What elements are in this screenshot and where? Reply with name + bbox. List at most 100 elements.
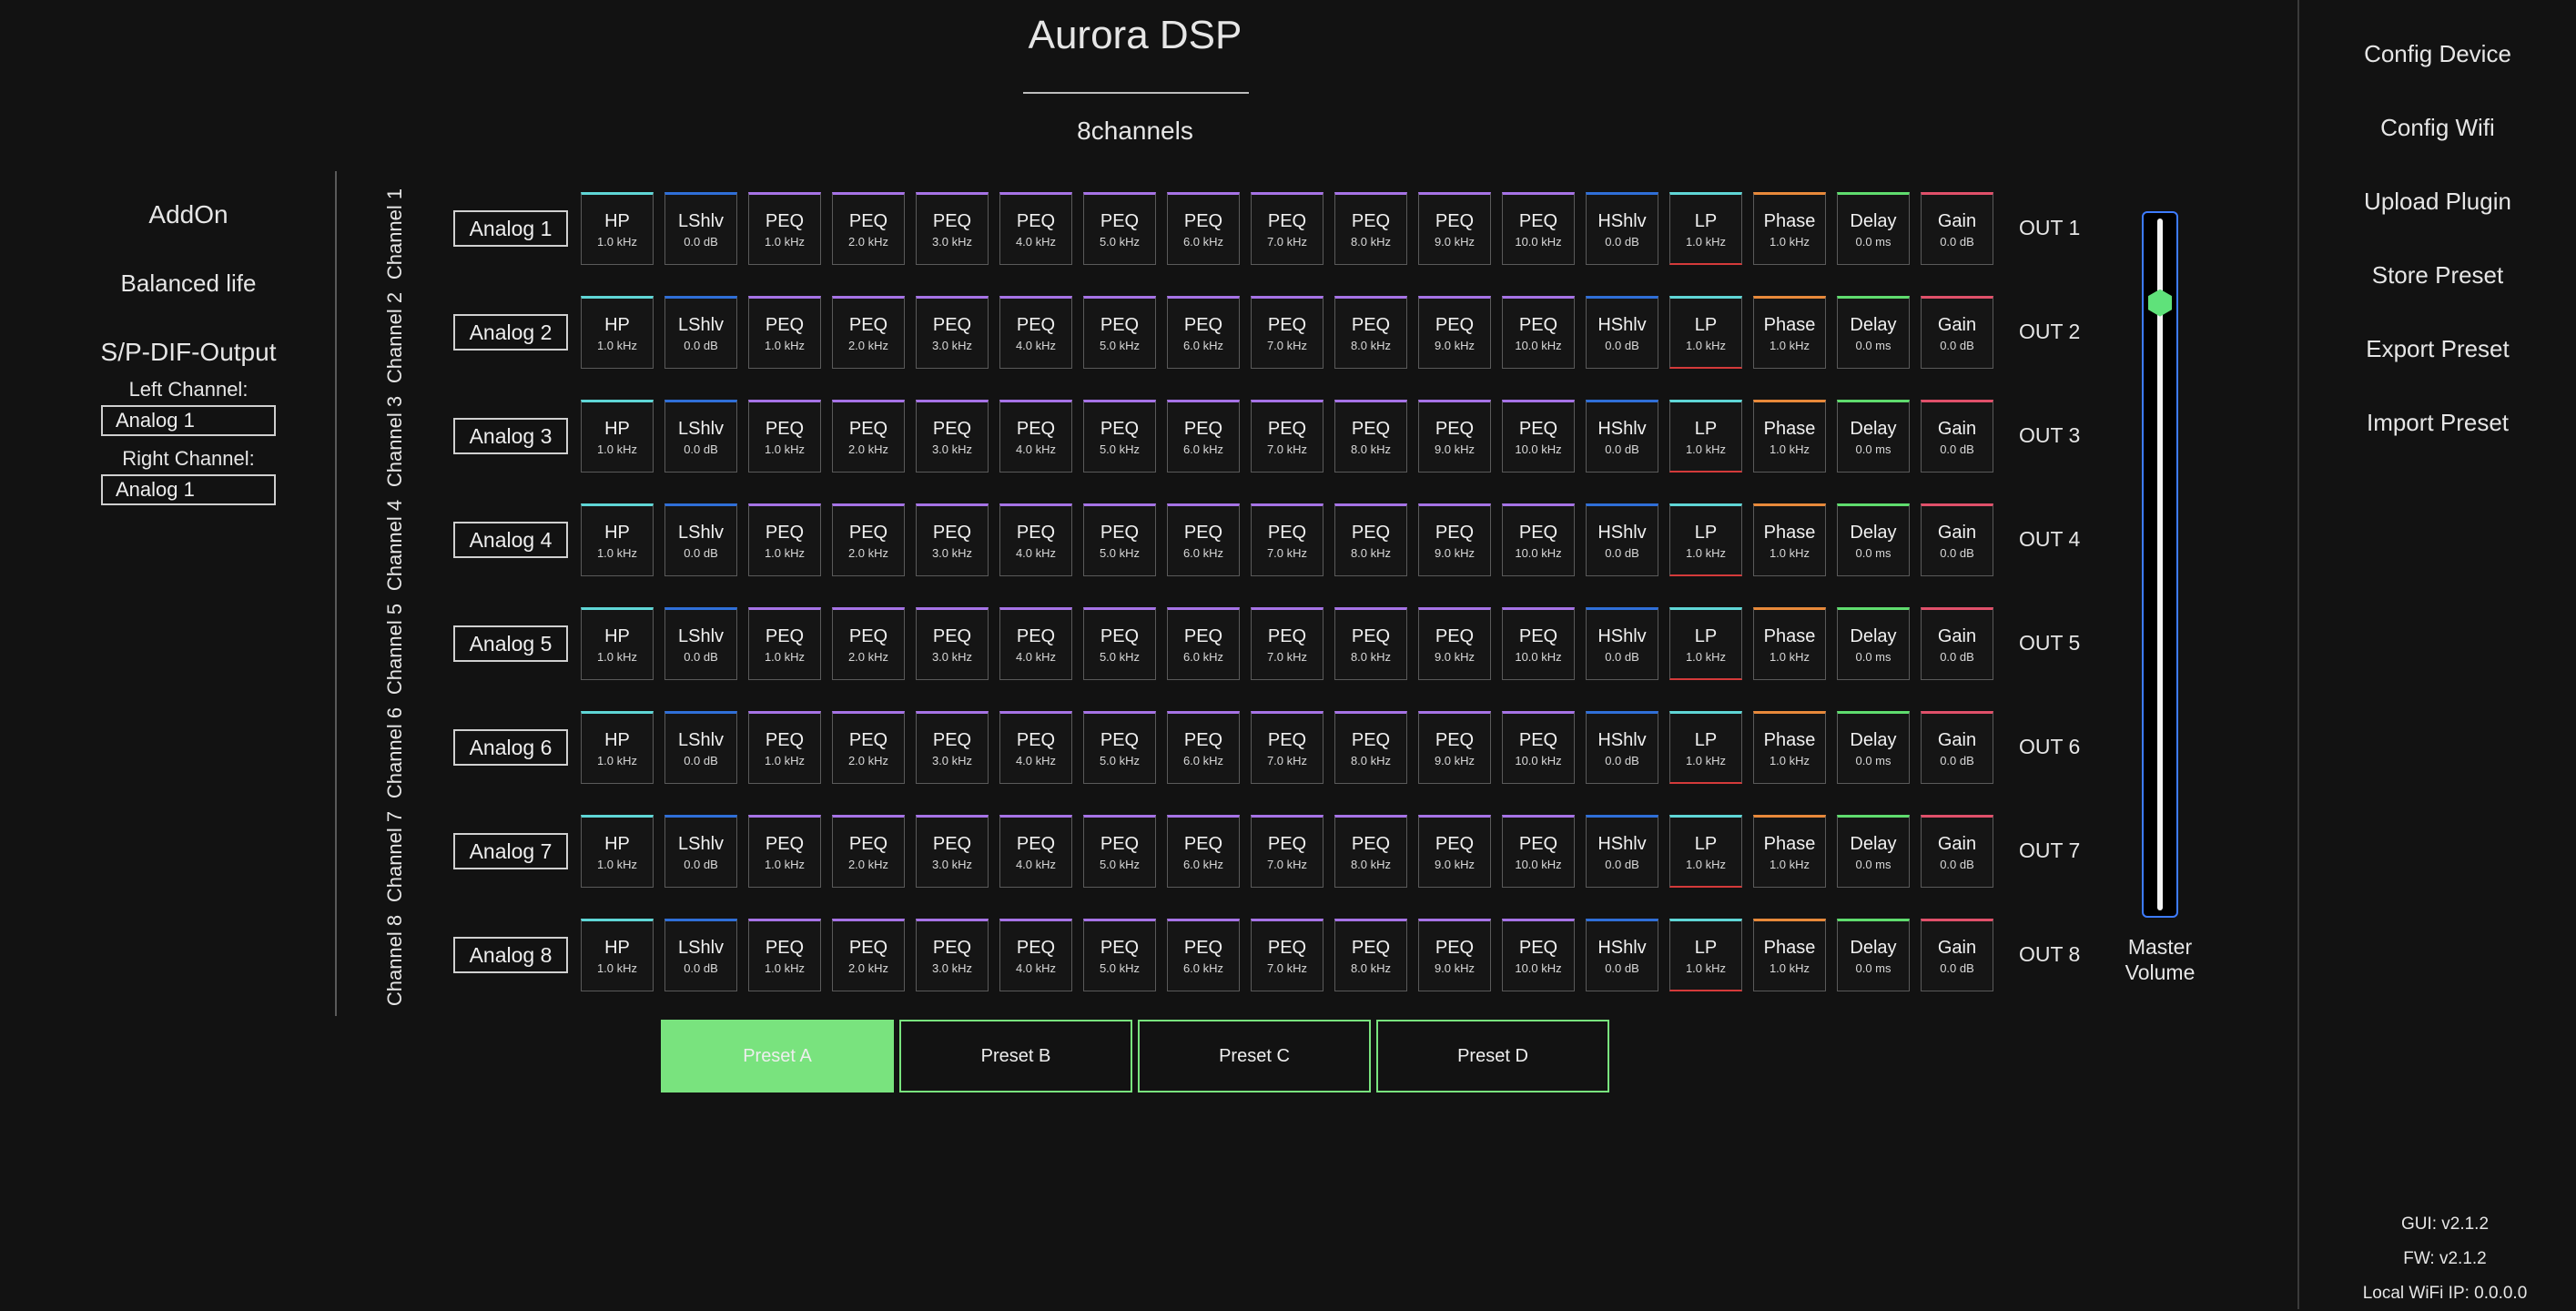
menu-item[interactable]: Upload Plugin <box>2299 188 2576 261</box>
dsp-block-peq[interactable]: PEQ 4.0 kHz <box>999 503 1072 576</box>
dsp-block-peq[interactable]: PEQ 9.0 kHz <box>1418 919 1491 991</box>
dsp-block-peq[interactable]: PEQ 5.0 kHz <box>1083 192 1156 265</box>
dsp-block-peq[interactable]: PEQ 3.0 kHz <box>916 400 989 473</box>
dsp-block-hp[interactable]: HP 1.0 kHz <box>581 919 654 991</box>
dsp-block-peq[interactable]: PEQ 9.0 kHz <box>1418 607 1491 680</box>
dsp-block-peq[interactable]: PEQ 4.0 kHz <box>999 815 1072 888</box>
dsp-block-lp[interactable]: LP 1.0 kHz <box>1669 400 1742 473</box>
input-select-button[interactable]: Analog 8 <box>453 937 568 973</box>
dsp-block-gain[interactable]: Gain 0.0 dB <box>1921 400 1993 473</box>
dsp-block-gain[interactable]: Gain 0.0 dB <box>1921 192 1993 265</box>
dsp-block-peq[interactable]: PEQ 8.0 kHz <box>1334 919 1407 991</box>
dsp-block-peq[interactable]: PEQ 1.0 kHz <box>748 400 821 473</box>
dsp-block-peq[interactable]: PEQ 5.0 kHz <box>1083 400 1156 473</box>
dsp-block-lp[interactable]: LP 1.0 kHz <box>1669 296 1742 369</box>
dsp-block-delay[interactable]: Delay 0.0 ms <box>1837 503 1910 576</box>
dsp-block-peq[interactable]: PEQ 8.0 kHz <box>1334 815 1407 888</box>
dsp-block-peq[interactable]: PEQ 2.0 kHz <box>832 192 905 265</box>
dsp-block-lshlv[interactable]: LShlv 0.0 dB <box>664 815 737 888</box>
input-select-button[interactable]: Analog 4 <box>453 522 568 558</box>
dsp-block-peq[interactable]: PEQ 2.0 kHz <box>832 919 905 991</box>
input-select-button[interactable]: Analog 2 <box>453 314 568 351</box>
dsp-block-gain[interactable]: Gain 0.0 dB <box>1921 607 1993 680</box>
dsp-block-delay[interactable]: Delay 0.0 ms <box>1837 815 1910 888</box>
dsp-block-lp[interactable]: LP 1.0 kHz <box>1669 815 1742 888</box>
dsp-block-peq[interactable]: PEQ 6.0 kHz <box>1167 296 1240 369</box>
dsp-block-peq[interactable]: PEQ 8.0 kHz <box>1334 400 1407 473</box>
master-volume-knob[interactable] <box>2148 289 2172 317</box>
dsp-block-lp[interactable]: LP 1.0 kHz <box>1669 919 1742 991</box>
dsp-block-peq[interactable]: PEQ 4.0 kHz <box>999 711 1072 784</box>
dsp-block-hp[interactable]: HP 1.0 kHz <box>581 711 654 784</box>
dsp-block-peq[interactable]: PEQ 3.0 kHz <box>916 296 989 369</box>
dsp-block-delay[interactable]: Delay 0.0 ms <box>1837 607 1910 680</box>
dsp-block-peq[interactable]: PEQ 8.0 kHz <box>1334 607 1407 680</box>
dsp-block-lshlv[interactable]: LShlv 0.0 dB <box>664 503 737 576</box>
dsp-block-peq[interactable]: PEQ 4.0 kHz <box>999 296 1072 369</box>
dsp-block-peq[interactable]: PEQ 8.0 kHz <box>1334 503 1407 576</box>
dsp-block-peq[interactable]: PEQ 1.0 kHz <box>748 919 821 991</box>
dsp-block-phase[interactable]: Phase 1.0 kHz <box>1753 400 1826 473</box>
dsp-block-peq[interactable]: PEQ 8.0 kHz <box>1334 711 1407 784</box>
master-volume-slider[interactable] <box>2142 211 2178 918</box>
dsp-block-phase[interactable]: Phase 1.0 kHz <box>1753 711 1826 784</box>
dsp-block-peq[interactable]: PEQ 6.0 kHz <box>1167 503 1240 576</box>
right-channel-select[interactable]: Analog 1 <box>101 474 276 505</box>
dsp-block-peq[interactable]: PEQ 4.0 kHz <box>999 400 1072 473</box>
dsp-block-hshlv[interactable]: HShlv 0.0 dB <box>1586 400 1658 473</box>
dsp-block-hp[interactable]: HP 1.0 kHz <box>581 296 654 369</box>
dsp-block-peq[interactable]: PEQ 5.0 kHz <box>1083 815 1156 888</box>
dsp-block-lshlv[interactable]: LShlv 0.0 dB <box>664 400 737 473</box>
dsp-block-peq[interactable]: PEQ 10.0 kHz <box>1502 711 1575 784</box>
preset-button[interactable]: Preset B <box>899 1020 1132 1092</box>
dsp-block-peq[interactable]: PEQ 3.0 kHz <box>916 607 989 680</box>
dsp-block-lshlv[interactable]: LShlv 0.0 dB <box>664 607 737 680</box>
preset-button[interactable]: Preset C <box>1138 1020 1371 1092</box>
dsp-block-peq[interactable]: PEQ 8.0 kHz <box>1334 192 1407 265</box>
dsp-block-gain[interactable]: Gain 0.0 dB <box>1921 815 1993 888</box>
dsp-block-gain[interactable]: Gain 0.0 dB <box>1921 503 1993 576</box>
dsp-block-hshlv[interactable]: HShlv 0.0 dB <box>1586 503 1658 576</box>
dsp-block-peq[interactable]: PEQ 4.0 kHz <box>999 607 1072 680</box>
dsp-block-peq[interactable]: PEQ 9.0 kHz <box>1418 192 1491 265</box>
dsp-block-peq[interactable]: PEQ 2.0 kHz <box>832 400 905 473</box>
dsp-block-hshlv[interactable]: HShlv 0.0 dB <box>1586 815 1658 888</box>
dsp-block-peq[interactable]: PEQ 6.0 kHz <box>1167 192 1240 265</box>
dsp-block-peq[interactable]: PEQ 10.0 kHz <box>1502 815 1575 888</box>
dsp-block-peq[interactable]: PEQ 5.0 kHz <box>1083 607 1156 680</box>
dsp-block-delay[interactable]: Delay 0.0 ms <box>1837 192 1910 265</box>
dsp-block-peq[interactable]: PEQ 2.0 kHz <box>832 503 905 576</box>
dsp-block-peq[interactable]: PEQ 6.0 kHz <box>1167 711 1240 784</box>
dsp-block-delay[interactable]: Delay 0.0 ms <box>1837 296 1910 369</box>
dsp-block-lp[interactable]: LP 1.0 kHz <box>1669 192 1742 265</box>
left-channel-select[interactable]: Analog 1 <box>101 405 276 436</box>
dsp-block-peq[interactable]: PEQ 9.0 kHz <box>1418 400 1491 473</box>
dsp-block-lp[interactable]: LP 1.0 kHz <box>1669 503 1742 576</box>
dsp-block-lshlv[interactable]: LShlv 0.0 dB <box>664 296 737 369</box>
dsp-block-peq[interactable]: PEQ 5.0 kHz <box>1083 296 1156 369</box>
dsp-block-peq[interactable]: PEQ 6.0 kHz <box>1167 400 1240 473</box>
dsp-block-peq[interactable]: PEQ 7.0 kHz <box>1251 607 1323 680</box>
dsp-block-peq[interactable]: PEQ 2.0 kHz <box>832 296 905 369</box>
dsp-block-hp[interactable]: HP 1.0 kHz <box>581 503 654 576</box>
dsp-block-peq[interactable]: PEQ 9.0 kHz <box>1418 815 1491 888</box>
preset-button[interactable]: Preset D <box>1376 1020 1609 1092</box>
dsp-block-hshlv[interactable]: HShlv 0.0 dB <box>1586 296 1658 369</box>
dsp-block-peq[interactable]: PEQ 2.0 kHz <box>832 815 905 888</box>
dsp-block-hshlv[interactable]: HShlv 0.0 dB <box>1586 919 1658 991</box>
dsp-block-peq[interactable]: PEQ 9.0 kHz <box>1418 503 1491 576</box>
menu-item[interactable]: Store Preset <box>2299 261 2576 335</box>
dsp-block-peq[interactable]: PEQ 9.0 kHz <box>1418 296 1491 369</box>
dsp-block-lshlv[interactable]: LShlv 0.0 dB <box>664 711 737 784</box>
dsp-block-peq[interactable]: PEQ 1.0 kHz <box>748 296 821 369</box>
dsp-block-peq[interactable]: PEQ 6.0 kHz <box>1167 607 1240 680</box>
dsp-block-peq[interactable]: PEQ 4.0 kHz <box>999 919 1072 991</box>
preset-button[interactable]: Preset A <box>661 1020 894 1092</box>
dsp-block-delay[interactable]: Delay 0.0 ms <box>1837 400 1910 473</box>
input-select-button[interactable]: Analog 1 <box>453 210 568 247</box>
dsp-block-peq[interactable]: PEQ 3.0 kHz <box>916 192 989 265</box>
dsp-block-delay[interactable]: Delay 0.0 ms <box>1837 919 1910 991</box>
dsp-block-phase[interactable]: Phase 1.0 kHz <box>1753 503 1826 576</box>
dsp-block-peq[interactable]: PEQ 3.0 kHz <box>916 815 989 888</box>
dsp-block-peq[interactable]: PEQ 10.0 kHz <box>1502 607 1575 680</box>
